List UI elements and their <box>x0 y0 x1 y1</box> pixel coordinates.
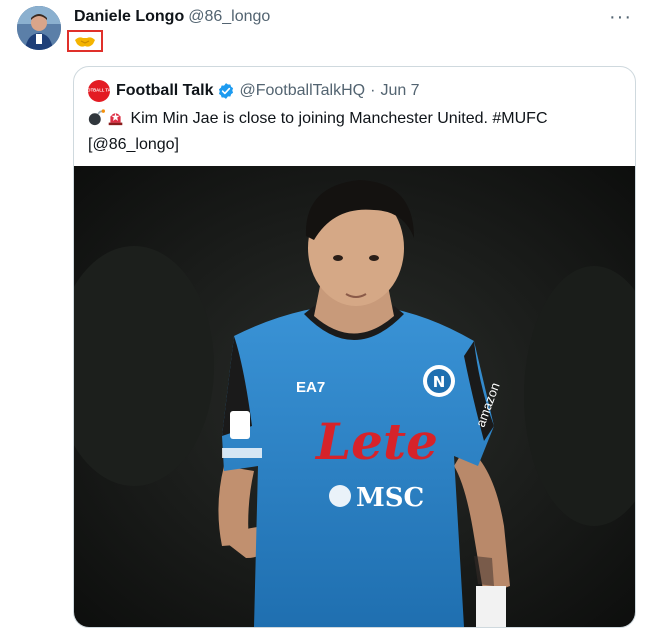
quoted-tweet-card[interactable]: FOOTBALL TALK Football Talk @FootballTal… <box>73 66 636 628</box>
kit-secondary-sponsor-text: MSC <box>356 483 424 513</box>
club-crest-letter: N <box>433 373 446 391</box>
handshake-emoji <box>67 30 103 52</box>
author-avatar[interactable] <box>17 6 61 50</box>
player-photo-illustration: N EA7 Lete MSC amazon <box>74 166 635 627</box>
author-name[interactable]: Daniele Longo <box>74 8 184 25</box>
quoted-tweet-text-line1: Kim Min Jae is close to joining Manchest… <box>130 110 548 127</box>
football-talk-logo[interactable]: FOOTBALL TALK <box>82 80 116 102</box>
bomb-emoji <box>88 109 105 133</box>
kit-brand-text: EA7 <box>296 379 325 396</box>
rotating-light-emoji <box>107 109 124 133</box>
quoted-author-handle[interactable]: @FootballTalkHQ <box>239 82 365 100</box>
tweet-header: Daniele Longo @86_longo <box>74 8 270 26</box>
author-handle[interactable]: @86_longo <box>188 8 270 25</box>
avatar-image <box>17 6 61 50</box>
quoted-tweet-date[interactable]: Jun 7 <box>380 82 419 100</box>
quoted-author-name[interactable]: Football Talk <box>116 82 213 100</box>
quoted-tweet-photo[interactable]: N EA7 Lete MSC amazon <box>74 166 635 627</box>
kit-sponsor-text: Lete <box>314 412 438 471</box>
quoted-tweet-text-line2[interactable]: [@86_longo] <box>88 136 179 153</box>
verified-badge-icon <box>217 82 235 100</box>
quoted-tweet-header: FOOTBALL TALK Football Talk @FootballTal… <box>82 80 420 102</box>
more-options-icon[interactable]: ··· <box>609 6 632 29</box>
quoted-tweet-text: Kim Min Jae is close to joining Manchest… <box>88 107 618 156</box>
handshake-icon <box>75 37 95 47</box>
header-separator: · <box>370 82 376 99</box>
